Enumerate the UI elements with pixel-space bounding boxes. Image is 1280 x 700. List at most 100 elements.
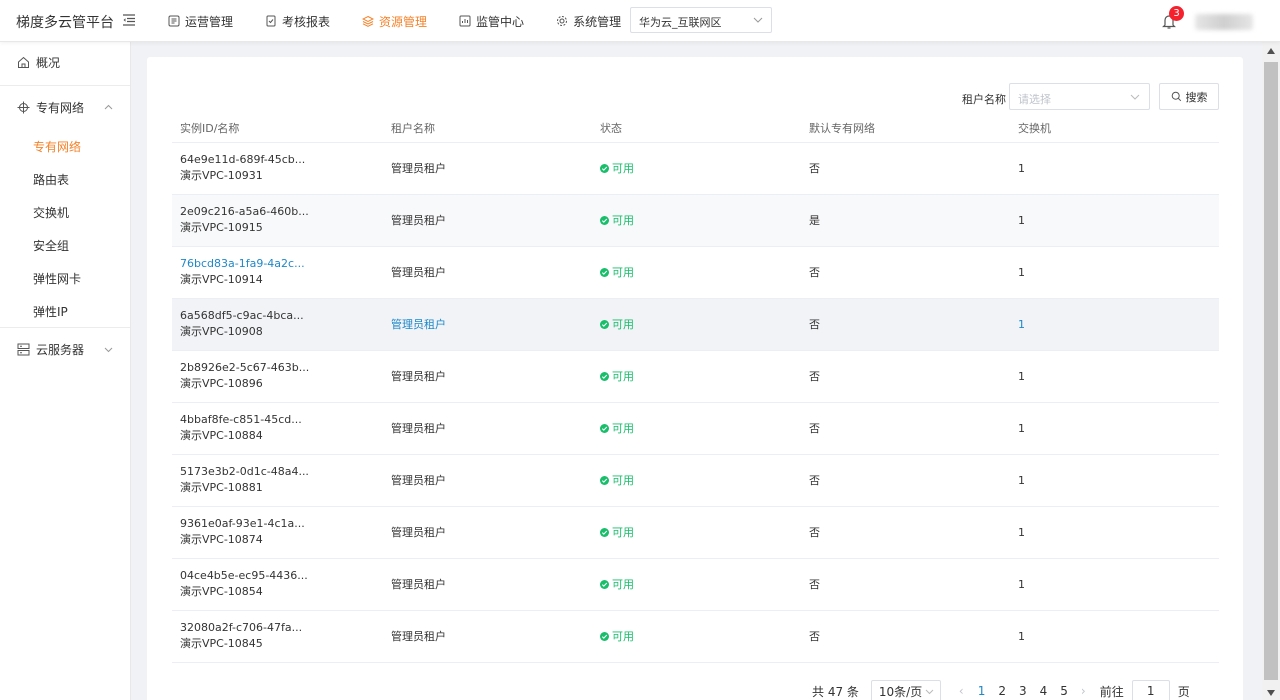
instance-id-link[interactable]: 76bcd83a-1fa9-4a2c... (180, 256, 383, 272)
sidebar-item-route-table[interactable]: 路由表 (33, 171, 69, 188)
default-vpc-value: 否 (809, 474, 820, 487)
column-header-tenant[interactable]: 租户名称 (383, 114, 592, 143)
sidebar-item-eni[interactable]: 弹性网卡 (33, 270, 81, 287)
cell-switch-count: 1 (1010, 610, 1219, 663)
instance-id-link[interactable]: 32080a2f-c706-47fa... (180, 620, 383, 636)
chevron-down-icon (753, 17, 763, 23)
status-text: 可用 (612, 318, 634, 331)
sidebar-group-server[interactable]: 云服务器 (17, 341, 147, 358)
home-icon (18, 56, 29, 68)
column-header-status[interactable]: 状态 (592, 114, 801, 143)
status-text: 可用 (612, 526, 634, 539)
network-icon (17, 101, 30, 114)
check-circle-icon (600, 371, 609, 381)
instance-id-link[interactable]: 2b8926e2-5c67-463b... (180, 360, 383, 376)
table-row[interactable]: 9361e0af-93e1-4c1a... 演示VPC-10874 管理员租户 可用 否… (172, 506, 1219, 559)
cell-switch-count: 1 (1010, 402, 1219, 455)
table-row[interactable]: 2b8926e2-5c67-463b... 演示VPC-10896 管理员租户 可用 否… (172, 350, 1219, 403)
cell-tenant: 管理员租户 (383, 298, 592, 351)
instance-id-link[interactable]: 6a568df5-c9ac-4bca... (180, 308, 383, 324)
instance-id-link[interactable]: 04ce4b5e-ec95-4436... (180, 568, 383, 584)
column-header-id[interactable]: 实例ID/名称 (172, 114, 383, 143)
table-row[interactable]: 64e9e11d-689f-45cb... 演示VPC-10931 管理员租户 可用 否… (172, 142, 1219, 195)
status-badge: 可用 (600, 472, 634, 488)
cell-default-vpc: 否 (801, 350, 1010, 403)
instance-id-link[interactable]: 5173e3b2-0d1c-48a4... (180, 464, 383, 480)
cell-switch-count: 1 (1010, 558, 1219, 611)
table-row[interactable]: 32080a2f-c706-47fa... 演示VPC-10845 管理员租户 可用 否… (172, 610, 1219, 663)
status-badge: 可用 (600, 160, 634, 176)
operations-icon (168, 15, 180, 27)
cell-status: 可用 (592, 246, 801, 299)
top-nav: 运营管理 考核报表 资源管理 监管中心 系统管理 (168, 0, 653, 42)
cell-id-name: 2b8926e2-5c67-463b... 演示VPC-10896 (172, 350, 383, 403)
sidebar-item-switch[interactable]: 交换机 (33, 204, 69, 221)
cell-tenant: 管理员租户 (383, 142, 592, 195)
nav-report[interactable]: 考核报表 (265, 0, 330, 42)
scroll-down-icon[interactable] (1267, 690, 1275, 696)
page-number[interactable]: 2 (998, 684, 1006, 698)
instance-name: 演示VPC-10874 (180, 533, 263, 546)
user-avatar[interactable] (1195, 14, 1253, 30)
tenant-name: 管理员租户 (391, 526, 446, 539)
instance-name: 演示VPC-10931 (180, 169, 263, 182)
gear-icon (557, 16, 568, 26)
column-header-default-vpc[interactable]: 默认专有网络 (801, 114, 1010, 143)
instance-name: 演示VPC-10914 (180, 273, 263, 286)
goto-page-input[interactable] (1131, 680, 1170, 700)
monitor-icon (459, 15, 471, 27)
table-row[interactable]: 76bcd83a-1fa9-4a2c... 演示VPC-10914 管理员租户 可用 否… (172, 246, 1219, 299)
menu-collapse-icon[interactable] (121, 12, 137, 28)
table-header-row: 实例ID/名称 租户名称 状态 默认专有网络 交换机 (172, 114, 1219, 143)
nav-resource[interactable]: 资源管理 (362, 0, 427, 42)
page-scrollbar[interactable] (1262, 42, 1280, 700)
table-row[interactable]: 6a568df5-c9ac-4bca... 演示VPC-10908 管理员租户 可用 否… (172, 298, 1219, 351)
sidebar-item-overview[interactable]: 概况 (17, 54, 147, 71)
cell-default-vpc: 否 (801, 298, 1010, 351)
scrollbar-thumb[interactable] (1264, 62, 1278, 680)
instance-name: 演示VPC-10884 (180, 429, 263, 442)
cell-default-vpc: 否 (801, 558, 1010, 611)
server-icon (17, 343, 30, 356)
cell-tenant: 管理员租户 (383, 558, 592, 611)
status-badge: 可用 (600, 368, 634, 384)
prev-page-icon[interactable]: ‹ (959, 684, 964, 698)
table-row[interactable]: 5173e3b2-0d1c-48a4... 演示VPC-10881 管理员租户 可用 否… (172, 454, 1219, 507)
nav-monitor[interactable]: 监管中心 (459, 0, 524, 42)
table-row[interactable]: 04ce4b5e-ec95-4436... 演示VPC-10854 管理员租户 可用 否… (172, 558, 1219, 611)
cell-id-name: 76bcd83a-1fa9-4a2c... 演示VPC-10914 (172, 246, 383, 299)
status-badge: 可用 (600, 524, 634, 540)
sidebar-group-vpc[interactable]: 专有网络 (17, 99, 147, 116)
status-text: 可用 (612, 266, 634, 279)
instance-id-link[interactable]: 64e9e11d-689f-45cb... (180, 152, 383, 168)
column-header-switch[interactable]: 交换机 (1010, 114, 1219, 143)
sidebar-item-security-group[interactable]: 安全组 (33, 237, 69, 254)
instance-id-link[interactable]: 4bbaf8fe-c851-45cd... (180, 412, 383, 428)
next-page-icon[interactable]: › (1081, 684, 1086, 698)
table-row[interactable]: 4bbaf8fe-c851-45cd... 演示VPC-10884 管理员租户 可用 否… (172, 402, 1219, 455)
instance-id-link[interactable]: 9361e0af-93e1-4c1a... (180, 516, 383, 532)
nav-operations[interactable]: 运营管理 (168, 0, 233, 42)
sidebar-item-eip[interactable]: 弹性IP (33, 303, 68, 320)
nav-system[interactable]: 系统管理 (556, 0, 621, 42)
scroll-up-icon[interactable] (1267, 48, 1275, 54)
table-row[interactable]: 2e09c216-a5a6-460b... 演示VPC-10915 管理员租户 可用 是… (172, 194, 1219, 247)
switch-count: 1 (1018, 317, 1025, 331)
nav-label: 监管中心 (476, 14, 525, 29)
cell-id-name: 5173e3b2-0d1c-48a4... 演示VPC-10881 (172, 454, 383, 507)
page-number[interactable]: 4 (1040, 684, 1048, 698)
switch-count: 1 (1018, 473, 1025, 487)
layers-icon (362, 15, 375, 27)
check-circle-icon (600, 423, 609, 433)
page-number[interactable]: 3 (1019, 684, 1027, 698)
search-button[interactable]: 搜索 (1159, 83, 1219, 110)
page-number[interactable]: 1 (978, 684, 986, 698)
region-select[interactable]: 华为云_互联网区 (630, 7, 772, 33)
instance-id-link[interactable]: 2e09c216-a5a6-460b... (180, 204, 383, 220)
instance-name: 演示VPC-10915 (180, 221, 263, 234)
sidebar-item-vpc[interactable]: 专有网络 (33, 138, 81, 155)
instance-name: 演示VPC-10896 (180, 377, 263, 390)
page-size-select[interactable]: 10条/页 (870, 680, 941, 700)
page-number[interactable]: 5 (1060, 684, 1068, 698)
tenant-select[interactable]: 请选择 (1009, 83, 1150, 110)
